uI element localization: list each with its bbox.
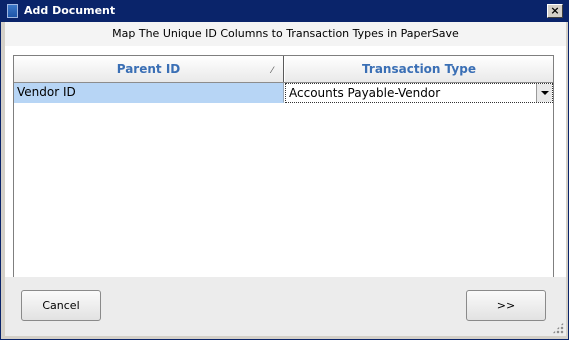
column-header-label: Transaction Type — [362, 62, 476, 76]
content-area: Parent ID ⁄ Transaction Type Vendor ID A… — [5, 46, 566, 297]
table-row[interactable]: Vendor ID Accounts Payable-Vendor — [14, 83, 553, 103]
transaction-type-value: Accounts Payable-Vendor — [289, 86, 441, 100]
dialog-body: Map The Unique ID Columns to Transaction… — [5, 22, 566, 336]
footer-bar: Cancel >> — [5, 277, 566, 336]
next-button[interactable]: >> — [466, 290, 546, 321]
cancel-button[interactable]: Cancel — [21, 290, 101, 321]
sort-icon: ⁄ — [271, 66, 273, 76]
header-strip: Map The Unique ID Columns to Transaction… — [5, 22, 566, 46]
add-document-window: Add Document × Map The Unique ID Columns… — [0, 0, 569, 340]
document-icon — [7, 4, 18, 18]
grid-header: Parent ID ⁄ Transaction Type — [14, 56, 553, 83]
column-header-transaction-type[interactable]: Transaction Type — [285, 56, 553, 82]
close-button[interactable]: × — [547, 4, 563, 18]
column-header-parent-id[interactable]: Parent ID ⁄ — [14, 56, 284, 82]
window-title: Add Document — [24, 4, 116, 17]
title-bar[interactable]: Add Document × — [1, 0, 568, 22]
transaction-type-dropdown[interactable]: Accounts Payable-Vendor — [285, 83, 553, 103]
mapping-grid: Parent ID ⁄ Transaction Type Vendor ID A… — [13, 55, 554, 297]
instruction-text: Map The Unique ID Columns to Transaction… — [112, 27, 459, 40]
parent-id-cell[interactable]: Vendor ID — [14, 83, 284, 103]
column-header-label: Parent ID — [116, 62, 181, 76]
dropdown-arrow-icon[interactable] — [536, 84, 552, 102]
size-grip-icon[interactable] — [552, 322, 564, 334]
